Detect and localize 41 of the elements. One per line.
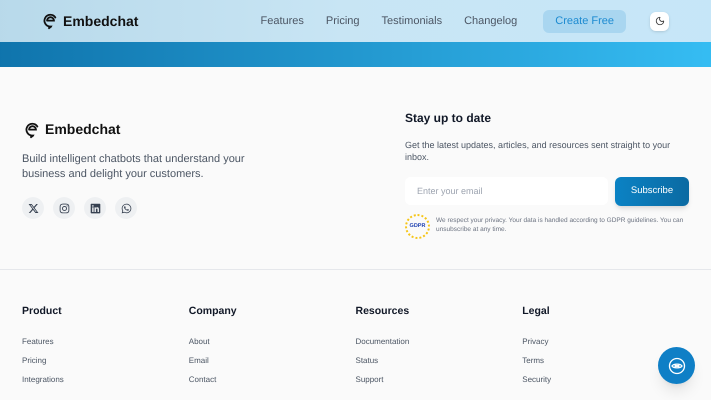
x-link[interactable] [22, 197, 44, 219]
footer-link[interactable]: Security [522, 370, 552, 389]
footer-link[interactable]: Email [188, 350, 209, 370]
newsletter-text: Get the latest updates, articles, and resources sent straight to your inbox. [405, 139, 672, 163]
footer-link[interactable]: Support [356, 370, 384, 389]
footer-link[interactable]: Integrations [22, 370, 64, 389]
whatsapp-icon [120, 202, 132, 214]
instagram-link[interactable] [53, 197, 75, 219]
subscribe-button[interactable]: Subscribe [615, 177, 689, 206]
footer-link[interactable]: Pricing [22, 350, 46, 370]
moon-icon [654, 16, 664, 26]
nav-link[interactable]: Pricing [326, 12, 360, 30]
chat-widget-button[interactable] [658, 347, 695, 384]
footer-link[interactable]: Terms [522, 350, 544, 370]
column-heading: Company [188, 304, 238, 319]
description-text: Build intelligent chatbots that understand your business and delight your customers. [22, 152, 246, 182]
newsletter-title: Stay up to date [405, 110, 492, 127]
x-icon [28, 202, 38, 214]
chat-logo-icon [42, 12, 59, 30]
theme-toggle-button[interactable] [650, 12, 669, 30]
footer-link[interactable]: Privacy [522, 332, 548, 351]
instagram-icon [58, 202, 70, 214]
brand-name: Embedchat [63, 12, 138, 30]
linkedin-icon [90, 202, 100, 214]
footer-link[interactable]: About [188, 332, 210, 351]
eye-icon [666, 356, 686, 376]
nav-link[interactable]: Changelog [464, 12, 518, 30]
footer-link[interactable]: Contact [188, 370, 216, 389]
footer-link[interactable]: Documentation [356, 332, 410, 351]
column-heading: Product [22, 304, 63, 319]
linkedin-link[interactable] [84, 197, 106, 219]
nav-link[interactable]: Features [260, 12, 304, 30]
chat-logo-icon [24, 120, 41, 138]
column-heading: Resources [356, 304, 410, 319]
column-heading: Legal [522, 304, 551, 319]
whatsapp-link[interactable] [115, 197, 137, 219]
footer-link[interactable]: Features [22, 332, 54, 351]
brand-name: Embedchat [45, 120, 120, 139]
nav-link[interactable]: Testimonials [382, 12, 442, 30]
footer-link[interactable]: Status [356, 350, 378, 370]
email-field[interactable]: Enter your email [405, 177, 608, 205]
